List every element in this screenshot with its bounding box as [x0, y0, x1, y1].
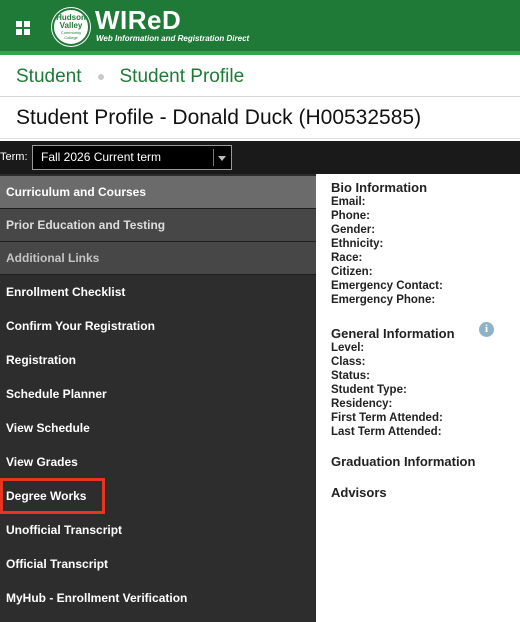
- link-official-transcript[interactable]: Official Transcript: [0, 547, 316, 581]
- app-brand[interactable]: WIReD: [95, 6, 181, 34]
- link-unofficial-transcript[interactable]: Unofficial Transcript: [0, 513, 316, 547]
- link-confirm-registration[interactable]: Confirm Your Registration: [0, 309, 316, 343]
- bio-field-phone: Phone:: [331, 210, 370, 222]
- breadcrumb-student-profile[interactable]: Student Profile: [120, 66, 245, 88]
- link-schedule-planner[interactable]: Schedule Planner: [0, 377, 316, 411]
- header-accent-bar: [0, 51, 520, 55]
- bio-field-citizen: Citizen:: [331, 266, 373, 278]
- info-icon[interactable]: i: [479, 322, 494, 337]
- general-field-residency: Residency:: [331, 398, 393, 410]
- term-select[interactable]: Fall 2026 Current term: [32, 145, 232, 170]
- divider: [0, 96, 520, 97]
- general-field-level: Level:: [331, 342, 365, 354]
- general-heading: General Information: [331, 326, 455, 341]
- general-field-first-term: First Term Attended:: [331, 412, 443, 424]
- select-divider: [213, 149, 214, 166]
- link-enrollment-checklist[interactable]: Enrollment Checklist: [0, 275, 316, 309]
- bio-heading: Bio Information: [331, 180, 428, 195]
- apps-grid-icon[interactable]: [16, 21, 30, 35]
- sidebar-section-additional-links[interactable]: Additional Links: [0, 242, 316, 274]
- breadcrumb: Student Student Profile: [16, 64, 244, 90]
- college-seal-logo: Hudson Valley Community College: [52, 8, 90, 46]
- link-degree-works[interactable]: Degree Works: [0, 479, 316, 513]
- general-field-last-term: Last Term Attended:: [331, 426, 442, 438]
- bio-field-emergency-contact: Emergency Contact:: [331, 280, 443, 292]
- chevron-down-icon: [218, 156, 226, 161]
- bio-field-gender: Gender:: [331, 224, 376, 236]
- link-view-grades[interactable]: View Grades: [0, 445, 316, 479]
- app-tagline: Web Information and Registration Direct: [96, 34, 250, 43]
- bio-field-ethnicity: Ethnicity:: [331, 238, 384, 250]
- breadcrumb-student[interactable]: Student: [16, 66, 82, 88]
- term-label: Term:: [0, 151, 28, 163]
- breadcrumb-separator: [97, 74, 104, 80]
- general-field-student-type: Student Type:: [331, 384, 407, 396]
- link-myhub-enrollment-verification[interactable]: MyHub - Enrollment Verification: [0, 581, 316, 615]
- general-field-class: Class:: [331, 356, 366, 368]
- divider: [0, 138, 520, 139]
- term-bar: Term: Fall 2026 Current term: [0, 141, 520, 174]
- term-select-value: Fall 2026 Current term: [41, 150, 162, 164]
- sidebar-section-prior-education[interactable]: Prior Education and Testing: [0, 209, 316, 241]
- link-registration[interactable]: Registration: [0, 343, 316, 377]
- graduation-heading[interactable]: Graduation Information: [331, 455, 475, 469]
- general-field-status: Status:: [331, 370, 370, 382]
- page-title: Student Profile - Donald Duck (H00532585…: [16, 106, 422, 129]
- sidebar: Curriculum and Courses Prior Education a…: [0, 174, 316, 622]
- link-view-schedule[interactable]: View Schedule: [0, 411, 316, 445]
- advisors-heading[interactable]: Advisors: [331, 486, 387, 500]
- sidebar-section-curriculum[interactable]: Curriculum and Courses: [0, 176, 316, 208]
- bio-field-emergency-phone: Emergency Phone:: [331, 294, 436, 306]
- bio-field-race: Race:: [331, 252, 363, 264]
- app-header: Hudson Valley Community College WIReD We…: [0, 0, 520, 55]
- bio-field-email: Email:: [331, 196, 366, 208]
